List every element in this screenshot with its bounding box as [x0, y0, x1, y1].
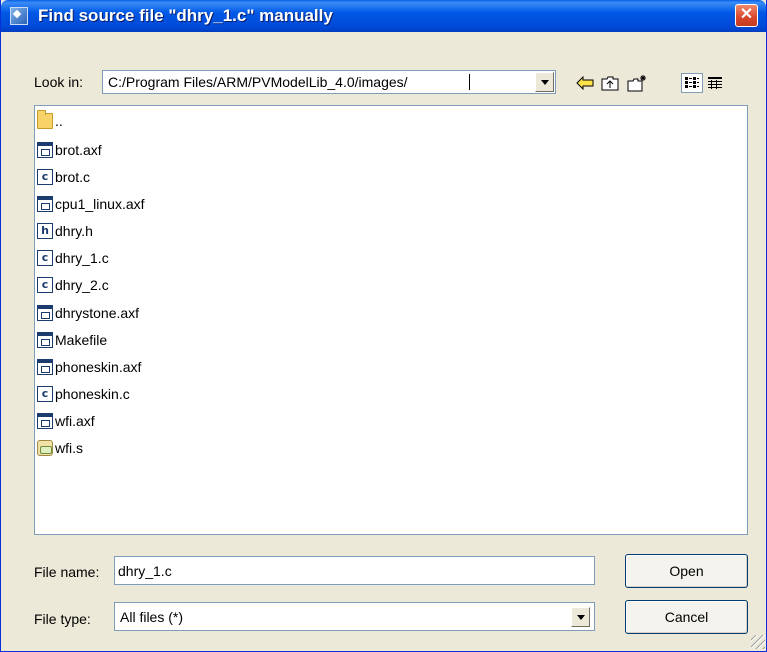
list-item[interactable]: ..: [37, 110, 63, 132]
file-name-label: File name:: [34, 564, 100, 580]
file-name-text: wfi.s: [55, 440, 83, 456]
list-item[interactable]: c phoneskin.c: [37, 383, 130, 405]
list-item[interactable]: dhrystone.axf: [37, 302, 139, 324]
c-source-file-icon: c: [37, 250, 53, 266]
list-item[interactable]: c dhry_2.c: [37, 274, 109, 296]
list-item[interactable]: Makefile: [37, 329, 107, 351]
file-type-label: File type:: [34, 611, 91, 627]
file-name-text: phoneskin.axf: [55, 359, 142, 375]
file-name-text: dhry_1.c: [55, 250, 109, 266]
resize-grip[interactable]: [751, 635, 765, 649]
list-item[interactable]: wfi.s: [37, 437, 83, 459]
executable-file-icon: [37, 305, 53, 321]
list-item[interactable]: cpu1_linux.axf: [37, 193, 145, 215]
folder-icon: [37, 110, 53, 129]
file-type-value[interactable]: All files (*): [120, 609, 183, 625]
list-view-button[interactable]: [681, 73, 703, 93]
details-view-icon: [708, 77, 722, 89]
back-arrow-icon: [576, 76, 594, 90]
list-item[interactable]: brot.axf: [37, 139, 102, 161]
file-name-value[interactable]: dhry_1.c: [118, 563, 172, 579]
file-name-text: dhry_2.c: [55, 277, 109, 293]
details-view-button[interactable]: [704, 73, 726, 93]
app-icon: [10, 7, 28, 25]
list-view-icon: [685, 77, 699, 88]
file-name-input[interactable]: dhry_1.c: [114, 556, 595, 585]
list-item[interactable]: phoneskin.axf: [37, 356, 141, 378]
file-name-text: brot.axf: [55, 142, 102, 158]
file-dialog-window: Find source file "dhry_1.c" manually ✕ L…: [0, 0, 767, 652]
new-folder-button[interactable]: [626, 73, 648, 93]
executable-file-icon: [37, 142, 53, 158]
c-source-file-icon: c: [37, 386, 53, 402]
file-name-text: ..: [55, 113, 63, 129]
list-item[interactable]: c brot.c: [37, 166, 90, 188]
file-name-text: dhrystone.axf: [55, 305, 140, 321]
list-item[interactable]: wfi.axf: [37, 410, 95, 432]
window-title: Find source file "dhry_1.c" manually: [38, 6, 333, 25]
cancel-button[interactable]: Cancel: [625, 600, 748, 634]
file-list[interactable]: .. brot.axf c brot.c cpu1_linux.axf h dhry…: [34, 105, 748, 535]
file-name-text: wfi.axf: [55, 413, 95, 429]
file-name-text: brot.c: [55, 169, 91, 185]
open-button[interactable]: Open: [625, 554, 748, 588]
executable-file-icon: [37, 413, 53, 429]
look-in-dropdown-button[interactable]: [535, 72, 554, 92]
executable-file-icon: [37, 359, 53, 375]
list-item[interactable]: c dhry_1.c: [37, 247, 109, 269]
assembly-file-icon: [37, 440, 53, 456]
list-item[interactable]: h dhry.h: [37, 220, 93, 242]
executable-file-icon: [37, 332, 53, 348]
file-name-text: cpu1_linux.axf: [55, 196, 145, 212]
c-source-file-icon: c: [37, 277, 53, 293]
up-folder-icon: [601, 76, 619, 91]
file-type-select[interactable]: All files (*): [114, 602, 595, 631]
executable-file-icon: [37, 196, 53, 212]
new-folder-icon: [627, 75, 646, 92]
look-in-path[interactable]: C:/Program Files/ARM/PVModelLib_4.0/imag…: [108, 74, 408, 90]
c-source-file-icon: c: [37, 169, 53, 185]
file-name-text: phoneskin.c: [55, 386, 130, 402]
header-file-icon: h: [37, 223, 53, 239]
close-button[interactable]: ✕: [735, 4, 758, 27]
back-button[interactable]: [574, 73, 596, 93]
file-name-text: dhry.h: [55, 223, 93, 239]
look-in-label: Look in:: [34, 74, 84, 90]
text-caret: [469, 74, 470, 90]
look-in-combobox[interactable]: C:/Program Files/ARM/PVModelLib_4.0/imag…: [102, 70, 556, 94]
file-name-text: Makefile: [55, 332, 108, 348]
up-one-level-button[interactable]: [599, 73, 621, 93]
title-bar[interactable]: Find source file "dhry_1.c" manually ✕: [1, 0, 766, 32]
file-type-dropdown-button[interactable]: [571, 607, 590, 627]
